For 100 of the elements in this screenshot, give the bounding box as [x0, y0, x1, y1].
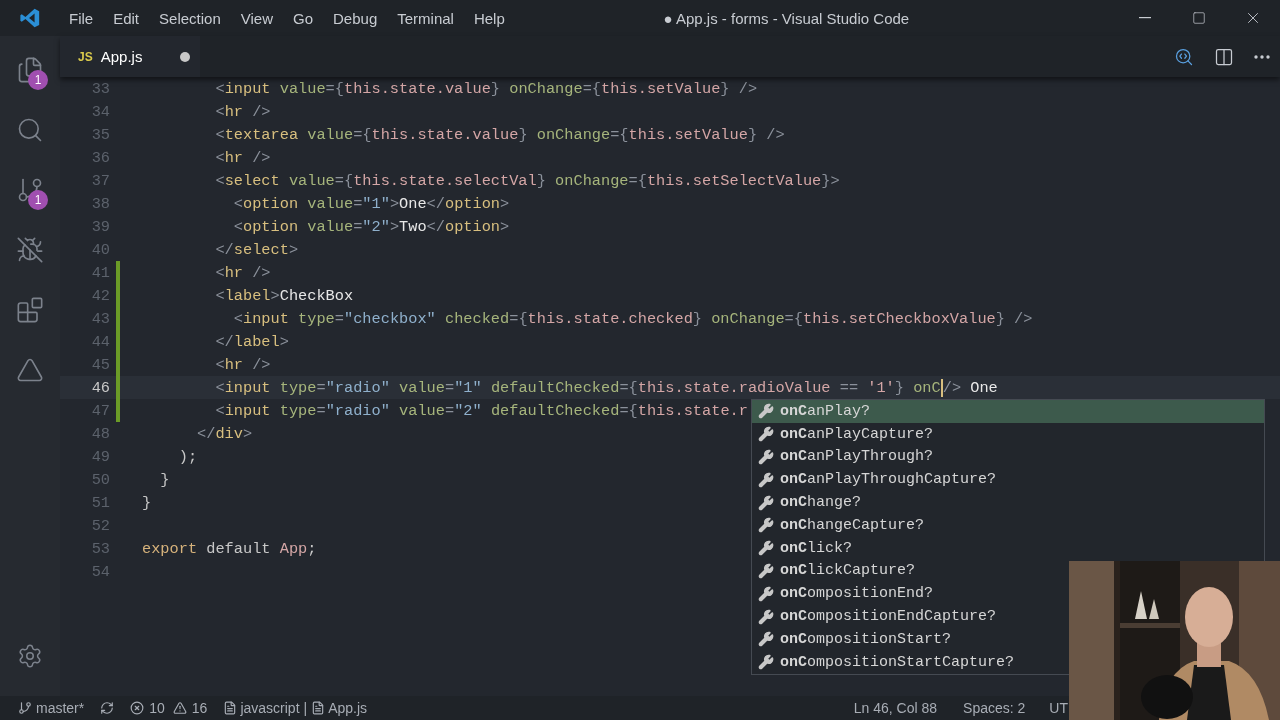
code-line: </label> — [214, 332, 289, 351]
menu-item[interactable]: Terminal — [387, 9, 464, 27]
search-button[interactable] — [1174, 46, 1194, 67]
line-number: 49 — [90, 447, 110, 466]
code-line: <hr /> — [214, 355, 271, 374]
line-number: 42 — [90, 286, 110, 305]
line-number: 46 — [90, 378, 110, 397]
menu-item[interactable]: Debug — [323, 9, 388, 27]
line-number: 38 — [90, 194, 110, 213]
triangle-icon — [16, 356, 44, 384]
branch-status[interactable]: master* — [36, 700, 85, 716]
code-line: <textarea value={this.state.value} onChange={this.setValue} /> — [214, 125, 785, 144]
more-button[interactable] — [1254, 54, 1270, 59]
code-line: export default App; — [142, 539, 317, 558]
wrench-icon — [758, 449, 774, 465]
line-number: 47 — [90, 401, 110, 420]
code-line: } — [142, 493, 152, 512]
error-icon — [130, 701, 145, 715]
search-icon — [1174, 46, 1194, 67]
wrench-icon — [758, 403, 774, 420]
minimize-icon — [1139, 17, 1151, 19]
line-number: 50 — [90, 470, 110, 489]
code-line: <label>CheckBox — [214, 286, 354, 305]
line-number: 54 — [90, 562, 110, 581]
line-number: 34 — [90, 102, 110, 121]
line-number: 33 — [90, 79, 110, 98]
wrench-icon — [758, 562, 774, 579]
line-number: 45 — [90, 355, 110, 374]
ellipsis-icon — [1254, 54, 1270, 59]
code-line: <input type="radio" value="1" defaultChecked={this.state.radioValue == '1'} onC/> One — [214, 378, 998, 397]
error-count: 10 — [149, 700, 165, 716]
wrench-icon — [758, 471, 774, 488]
suggestion-item[interactable]: onCompositionEndCapture? — [752, 605, 1003, 628]
wrench-icon — [758, 494, 774, 511]
file-status[interactable]: App.js — [328, 700, 368, 716]
language-label: JS — [78, 49, 93, 64]
code-line: } — [159, 470, 170, 489]
suggestion-item[interactable]: onCompositionStart? — [752, 627, 958, 651]
suggestion-item[interactable]: onClick? — [752, 536, 859, 560]
editor-tab[interactable]: JS App.js — [60, 36, 200, 77]
menu-item[interactable]: Go — [283, 9, 323, 27]
code-line: <select value={this.state.selectVal} onChange={this.setSelectValue}> — [214, 171, 840, 190]
maximize-icon — [1192, 11, 1206, 25]
code-line: <option value="2">Two</option> — [232, 217, 510, 236]
line-number: 41 — [90, 263, 110, 282]
suggestion-item[interactable]: onCanPlay? — [752, 400, 1264, 423]
cursor-position[interactable]: Ln 46, Col 88 — [853, 700, 938, 716]
line-number: 40 — [90, 240, 110, 259]
wrench-icon — [758, 585, 774, 602]
code-line: </div> — [196, 424, 253, 443]
suggestion-item[interactable]: onChange? — [752, 491, 868, 514]
files-icon — [16, 56, 44, 84]
window-title: ● App.js - forms - Visual Studio Code — [662, 9, 911, 27]
wrench-icon — [758, 608, 774, 625]
file-icon — [311, 701, 326, 715]
activity-button[interactable]: 1 — [0, 160, 60, 220]
suggestion-item[interactable]: onCanPlayThroughCapture? — [752, 468, 1003, 492]
encoding-status[interactable]: UT — [1049, 700, 1068, 716]
blocks-icon — [16, 296, 44, 324]
suggestion-item[interactable]: onCompositionEnd? — [752, 582, 940, 606]
menu-item[interactable]: Edit — [103, 9, 150, 27]
code-line: ); — [177, 447, 198, 466]
suggestion-item[interactable]: onCanPlayThrough? — [752, 445, 940, 469]
line-number: 35 — [90, 125, 110, 144]
suggestion-item[interactable]: onClickCapture? — [752, 559, 922, 583]
code-line: <input type="radio" value="2" defaultChecked={this.state.r — [214, 401, 748, 420]
code-line: <hr /> — [214, 148, 271, 167]
app-logo-icon — [19, 7, 41, 29]
indentation-status[interactable]: Spaces: 2 — [963, 700, 1026, 716]
suggestion-item[interactable]: onCompositionStartCapture? — [752, 650, 1021, 674]
wrench-icon — [758, 517, 774, 534]
sync-icon[interactable] — [100, 701, 115, 715]
wrench-icon — [758, 654, 774, 671]
search-icon — [16, 116, 44, 144]
code-line: </select> — [214, 240, 299, 259]
count-badge: 1 — [28, 190, 48, 210]
menu-item[interactable]: View — [230, 9, 283, 27]
suggestion-item[interactable]: onCanPlayCapture? — [752, 422, 940, 446]
bug-icon — [16, 236, 44, 264]
line-number: 39 — [90, 217, 110, 236]
code-line: <hr /> — [214, 263, 271, 282]
menu-item[interactable]: Help — [463, 9, 515, 27]
count-badge: 1 — [28, 70, 48, 90]
menu-item[interactable]: File — [59, 9, 104, 27]
menu-item[interactable]: Selection — [149, 9, 231, 27]
code-line: <input type="checkbox" checked={this.state.checked} onChange={this.setCheckboxValue} /> — [232, 309, 1033, 328]
code-line: <input value={this.state.value} onChange={this.setValue} /> — [214, 79, 758, 98]
activity-button[interactable]: 1 — [0, 40, 60, 100]
line-number: 52 — [90, 516, 110, 535]
split-editor-button[interactable] — [1214, 46, 1234, 67]
line-number: 48 — [90, 424, 110, 443]
code-line: <hr /> — [214, 102, 271, 121]
language-status[interactable]: javascript — [240, 700, 300, 716]
line-number: 53 — [90, 539, 110, 558]
warning-count: 16 — [191, 700, 208, 716]
suggestion-item[interactable]: onChangeCapture? — [752, 514, 931, 537]
line-number: 37 — [90, 171, 110, 190]
wrench-icon — [758, 540, 774, 557]
line-number: 43 — [90, 309, 110, 328]
columns-icon — [1214, 46, 1234, 67]
